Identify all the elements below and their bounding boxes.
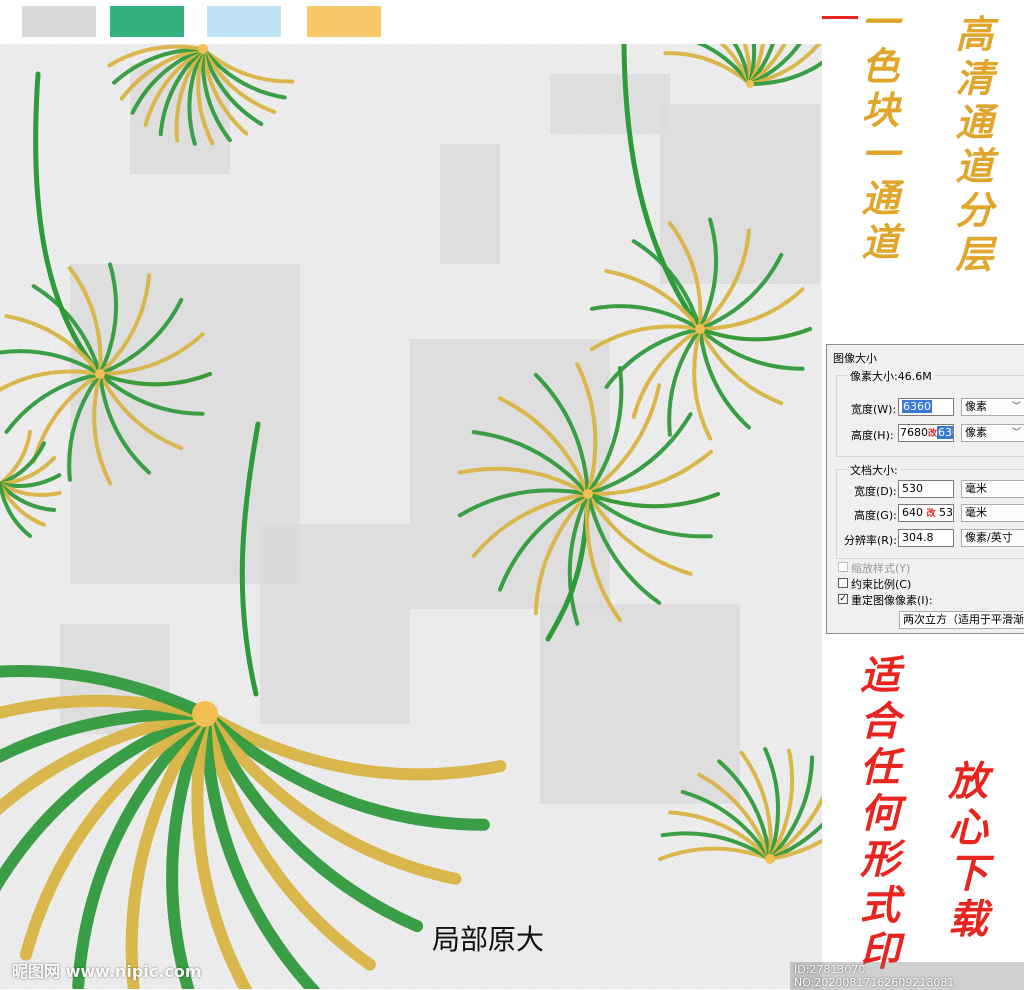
height-input[interactable]: 7680改6360: [898, 424, 954, 442]
width-label: 宽度(W):: [851, 403, 897, 416]
height-change-note: 改: [928, 429, 938, 439]
constrain-proportions-label: 约束比例(C): [851, 578, 912, 591]
heading-download-worry-free: 放心下载: [941, 760, 988, 944]
height-value-new: 6360: [937, 426, 953, 439]
doc-width-label: 宽度(D):: [854, 485, 897, 498]
palm-leaf-pattern: [0, 44, 822, 989]
doc-height-label: 高度(G):: [854, 509, 897, 522]
swatch-green: [110, 6, 184, 37]
watermark-site: 昵图网 www.nipic.com: [12, 962, 202, 981]
width-value: 6360: [902, 400, 932, 413]
frond-center: [695, 324, 705, 334]
doc-height-value-old: 640: [902, 506, 923, 519]
doc-height-unit: 毫米: [965, 506, 987, 519]
gray-block: [660, 104, 820, 284]
resolution-unit: 像素/英寸: [965, 531, 1013, 544]
caption-actual-size: 局部原大: [432, 923, 545, 956]
resolution-label: 分辨率(R):: [844, 534, 897, 547]
pixel-size-label: 像素大小:46.6M: [847, 368, 935, 384]
doc-size-label: 文档大小:: [847, 462, 901, 478]
doc-width-unit: 毫米: [965, 482, 987, 495]
height-unit: 像素: [965, 426, 987, 439]
resolution-value: 304.8: [902, 531, 934, 544]
swatch-light-blue: [207, 6, 281, 37]
gray-block: [260, 524, 410, 724]
doc-height-change-note: 改: [926, 509, 936, 519]
scale-styles-label: 缩放样式(Y): [851, 562, 911, 575]
doc-width-value: 530: [902, 482, 923, 495]
gray-block: [550, 74, 670, 134]
scale-styles-checkbox[interactable]: [838, 562, 848, 572]
frond-center: [765, 854, 775, 864]
doc-height-input[interactable]: 640 改 530: [898, 504, 954, 522]
frond-center: [192, 701, 218, 727]
height-label: 高度(H):: [851, 429, 894, 442]
gray-block: [540, 604, 740, 804]
gray-block: [440, 144, 500, 264]
frond-center: [198, 44, 208, 54]
heading-suitable-any-print: 适合任何形式印: [853, 654, 900, 976]
dialog-title: 图像大小: [833, 352, 877, 365]
swatch-gold: [307, 6, 381, 37]
height-unit-select[interactable]: 像素 ﹀: [961, 424, 1024, 442]
height-value-old: 7680: [900, 426, 928, 439]
width-unit-select[interactable]: 像素 ﹀: [961, 398, 1024, 416]
heading-hd-channel-layers: 高清通道分层: [949, 14, 994, 278]
doc-height-unit-select[interactable]: 毫米: [961, 504, 1024, 522]
frond-center: [583, 489, 593, 499]
frond-center: [746, 80, 754, 88]
resample-method-select[interactable]: 两次立方（适用于平滑渐变: [899, 611, 1024, 629]
resample-label: 重定图像像素(I):: [851, 594, 933, 607]
resample-method-value: 两次立方（适用于平滑渐变: [903, 613, 1024, 626]
frond-center: [95, 369, 105, 379]
doc-height-value-new: 530: [939, 506, 954, 519]
pattern-artwork: [0, 44, 822, 989]
heading-one-block-one-channel: 一色块一通道: [855, 2, 900, 266]
image-size-dialog: 图像大小 像素大小:46.6M 宽度(W): 6360 像素 ﹀ 高度(H): 7…: [826, 344, 1024, 634]
resample-checkbox[interactable]: ✓: [838, 594, 848, 604]
width-input[interactable]: 6360: [898, 398, 954, 416]
width-unit: 像素: [965, 400, 987, 413]
watermark-id: ID:27813070 NO:20200817162609218081: [790, 962, 1024, 990]
chevron-down-icon: ﹀: [1011, 402, 1021, 412]
doc-width-unit-select[interactable]: 毫米: [961, 480, 1024, 498]
doc-width-input[interactable]: 530: [898, 480, 954, 498]
resolution-input[interactable]: 304.8: [898, 529, 954, 547]
resolution-unit-select[interactable]: 像素/英寸: [961, 529, 1024, 547]
constrain-proportions-checkbox[interactable]: [838, 578, 848, 588]
chevron-down-icon: ﹀: [1011, 428, 1021, 438]
red-dash: [822, 16, 858, 19]
swatch-gray: [22, 6, 96, 37]
